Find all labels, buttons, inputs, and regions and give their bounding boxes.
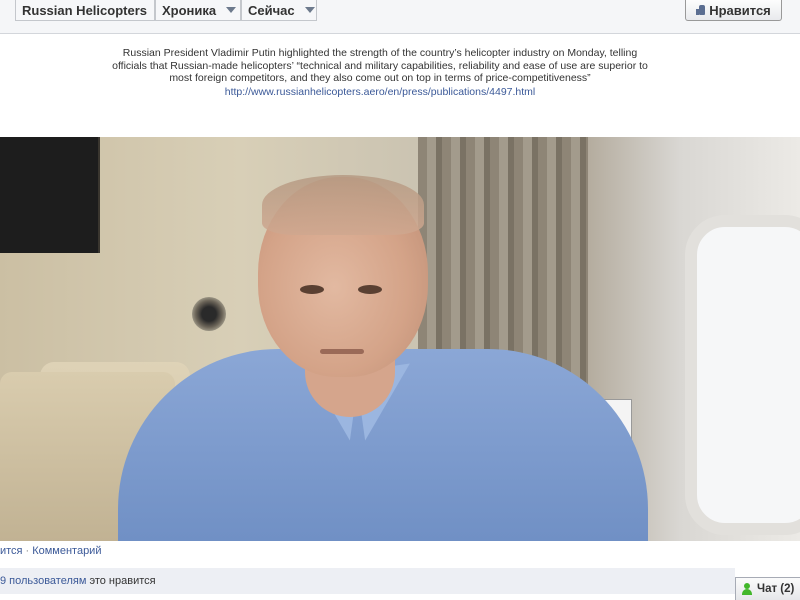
page-like-button[interactable]: Нравится [685,0,782,21]
person-eye [358,285,382,294]
cabin-screen [0,137,100,253]
post-caption: Russian President Vladimir Putin highlig… [110,47,650,98]
chat-label: Чат (2) [757,583,795,595]
timeline-dropdown[interactable]: Хроника [155,0,241,21]
like-link[interactable]: ится [0,545,23,557]
chevron-down-icon [226,7,237,13]
person-hair [262,175,424,235]
timeline-header-bar: Russian Helicopters Хроника Сейчас Нрави… [0,0,800,34]
post-caption-text: Russian President Vladimir Putin highlig… [112,47,648,84]
post-photo[interactable] [0,137,800,541]
post-actions: ится · Комментарий [0,545,101,557]
person-mouth [320,349,364,354]
now-label: Сейчас [248,2,295,18]
now-dropdown[interactable]: Сейчас [241,0,317,21]
cabin-window [685,215,800,535]
page-like-label: Нравится [709,2,771,18]
chat-tab[interactable]: Чат (2) [735,577,800,600]
timeline-label: Хроника [162,2,217,18]
likes-summary: 9 пользователям это нравится [0,568,735,594]
action-separator: · [25,545,30,557]
comment-link[interactable]: Комментарий [32,545,101,557]
thumbs-up-icon [696,5,706,15]
air-vent [192,297,226,331]
page-name-button[interactable]: Russian Helicopters [15,0,155,21]
person-eye [300,285,324,294]
post-source-link[interactable]: http://www.russianhelicopters.aero/en/pr… [110,86,650,99]
chevron-down-icon [304,7,315,13]
page-name-label: Russian Helicopters [22,2,147,18]
online-friends-icon [742,583,752,595]
likes-suffix: это нравится [86,575,156,587]
likes-count-link[interactable]: 9 пользователям [0,575,86,587]
